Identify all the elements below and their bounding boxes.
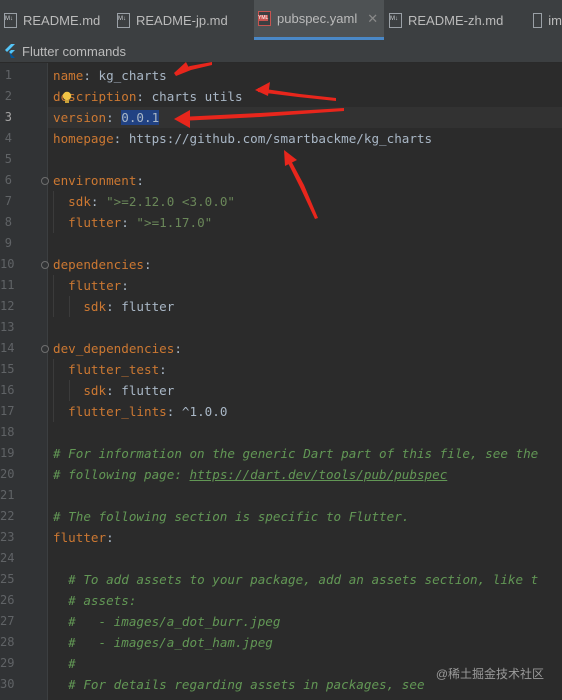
arrow-to-description — [255, 82, 336, 101]
line-number: 30 — [0, 677, 15, 691]
tab-label: README-zh.md — [408, 12, 504, 28]
line-number: 3 — [4, 110, 12, 124]
code-line-14: dev_dependencies: — [53, 341, 182, 356]
tab-readme-zh-md[interactable]: README-zh.md — [385, 0, 528, 40]
line-number: 5 — [4, 152, 12, 166]
tab-label: README.md — [23, 12, 101, 28]
line-number: 9 — [4, 236, 12, 250]
line-number: 6 — [4, 173, 12, 187]
line-number: 1 — [4, 68, 12, 82]
line-number: 25 — [0, 572, 15, 586]
line-number: 24 — [0, 551, 15, 565]
line-number: 2 — [4, 89, 12, 103]
code-line-17: flutter_lints: ^1.0.0 — [68, 404, 228, 419]
line-number: 26 — [0, 593, 15, 607]
line-number: 22 — [0, 509, 15, 523]
code-line-16: sdk: flutter — [83, 383, 175, 398]
code-line-11: flutter: — [68, 278, 129, 293]
line-number: 20 — [0, 467, 15, 481]
code-line-29: # — [68, 656, 76, 671]
selected-text: 0.0.1 — [121, 110, 160, 125]
file-icon — [533, 12, 543, 28]
tab-label: README-jp.md — [136, 12, 228, 28]
line-number: 27 — [0, 614, 15, 628]
markdown-file-icon — [389, 12, 402, 28]
code-line-30: # For details regarding assets in packag… — [68, 677, 425, 692]
arrow-to-homepage — [284, 150, 318, 219]
code-line-15: flutter_test: — [68, 362, 167, 377]
markdown-file-icon — [4, 12, 17, 28]
line-number: 4 — [4, 131, 12, 145]
line-number: 16 — [0, 383, 15, 397]
fold-marker-icon[interactable] — [41, 261, 49, 269]
tab-readme-jp-md[interactable]: README-jp.md — [113, 0, 253, 40]
flutter-commands-label: Flutter commands — [22, 43, 127, 59]
tab-label: im — [548, 12, 562, 28]
code-line-4: homepage: https://github.com/smartbackme… — [53, 131, 433, 146]
arrow-to-name — [174, 62, 212, 76]
line-number: 12 — [0, 299, 15, 313]
line-number: 18 — [0, 425, 15, 439]
code-line-25: # To add assets to your package, add an … — [68, 572, 539, 587]
line-number: 28 — [0, 635, 15, 649]
tab-pubspec-yaml[interactable]: pubspec.yaml ✕ — [254, 0, 384, 40]
lightbulb-icon[interactable] — [62, 91, 72, 104]
watermark: @稀土掘金技术社区 — [435, 667, 544, 681]
code-line-26: # assets: — [68, 593, 137, 608]
fold-marker-icon[interactable] — [41, 177, 49, 185]
tab-overflow[interactable]: im — [529, 0, 562, 40]
code-line-23: flutter: — [53, 530, 114, 545]
line-number: 21 — [0, 488, 15, 502]
flutter-commands-bar[interactable]: Flutter commands — [0, 40, 562, 63]
code-line-3: version: 0.0.1 — [53, 110, 160, 125]
line-number: 19 — [0, 446, 15, 460]
code-line-20: # following page: https://dart.dev/tools… — [53, 467, 448, 482]
fold-marker-icon[interactable] — [41, 345, 49, 353]
tab-readme-md[interactable]: README.md — [0, 0, 112, 40]
line-number: 8 — [4, 215, 12, 229]
line-number: 11 — [0, 278, 15, 292]
close-icon[interactable]: ✕ — [367, 11, 378, 27]
code-line-2: description: charts utils — [53, 89, 243, 104]
code-line-1: name: kg_charts — [53, 68, 167, 83]
line-number: 14 — [0, 341, 15, 355]
markdown-file-icon — [117, 12, 130, 28]
line-number: 10 — [0, 257, 15, 271]
code-line-22: # The following section is specific to F… — [53, 509, 410, 524]
code-line-7: sdk: ">=2.12.0 <3.0.0" — [68, 194, 235, 209]
code-line-8: flutter: ">=1.17.0" — [68, 215, 213, 230]
code-line-10: dependencies: — [53, 257, 152, 272]
code-line-27: # - images/a_dot_burr.jpeg — [68, 614, 281, 629]
editor-tab-bar: README.md README-jp.md pubspec.yaml ✕ RE… — [0, 0, 562, 41]
yaml-file-icon — [258, 11, 271, 26]
tab-label: pubspec.yaml — [277, 11, 358, 26]
line-number: 13 — [0, 320, 15, 334]
code-line-6: environment: — [53, 173, 144, 188]
line-number: 23 — [0, 530, 15, 544]
line-number: 17 — [0, 404, 15, 418]
line-number: 15 — [0, 362, 15, 376]
flutter-icon — [5, 44, 15, 58]
line-number: 29 — [0, 656, 15, 670]
code-line-12: sdk: flutter — [83, 299, 175, 314]
line-number: 7 — [4, 194, 12, 208]
code-line-19: # For information on the generic Dart pa… — [53, 446, 539, 461]
code-line-28: # - images/a_dot_ham.jpeg — [68, 635, 273, 650]
pubspec-docs-link[interactable]: https://dart.dev/tools/pub/pubspec — [189, 467, 447, 482]
